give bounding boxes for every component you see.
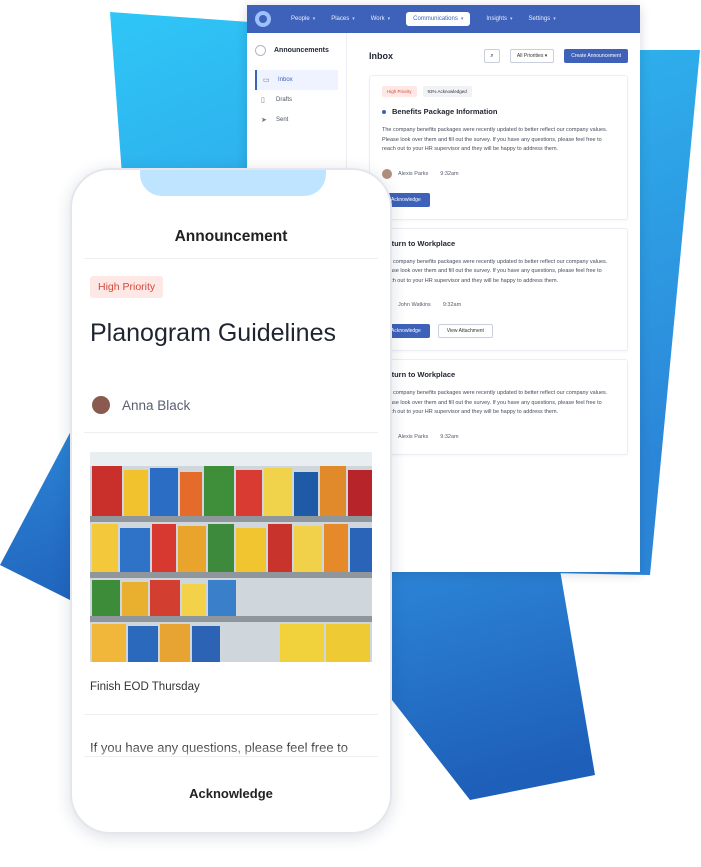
app-logo-icon[interactable] bbox=[255, 11, 271, 27]
announcement-card[interactable]: High Priority 93% Acknowledged Benefits … bbox=[369, 75, 628, 220]
sidebar-item-label: Inbox bbox=[278, 77, 293, 83]
search-button[interactable]: ⌕ bbox=[483, 49, 500, 63]
author-row: Anna Black bbox=[92, 396, 190, 414]
announcement-title: Planogram Guidelines bbox=[90, 319, 336, 347]
search-icon: ⌕ bbox=[490, 52, 494, 59]
acknowledged-badge: 93% Acknowledged bbox=[422, 86, 472, 97]
announcement-card[interactable]: Return to Workplace The company benefits… bbox=[369, 227, 628, 351]
chevron-down-icon: ▾ bbox=[553, 16, 556, 22]
document-icon: ▯ bbox=[261, 97, 265, 104]
sidebar-item-label: Sent bbox=[276, 117, 289, 123]
priority-filter-select[interactable]: All Priorities ▾ bbox=[509, 49, 555, 63]
acknowledge-button[interactable]: Acknowledge bbox=[72, 786, 390, 801]
chevron-down-icon: ▾ bbox=[387, 16, 391, 22]
nav-places[interactable]: Places ▾ bbox=[331, 16, 355, 22]
fade-overlay bbox=[72, 744, 390, 766]
inbox-icon: ▭ bbox=[263, 77, 270, 84]
card-author: Alexis Parks bbox=[398, 433, 429, 440]
sidebar-item-inbox[interactable]: ▭ Inbox bbox=[255, 70, 338, 90]
announcements-icon bbox=[255, 45, 266, 56]
unread-dot-icon bbox=[382, 109, 386, 114]
card-time: 9:32am bbox=[440, 170, 459, 177]
lower-shelf-products bbox=[92, 580, 236, 616]
sidebar-item-sent[interactable]: ➤ Sent bbox=[255, 110, 338, 130]
card-time: 9:32am bbox=[440, 433, 459, 440]
avatar bbox=[92, 396, 110, 414]
card-body: The company benefits packages were recen… bbox=[382, 390, 608, 415]
caption-text: Finish EOD Thursday bbox=[90, 681, 200, 693]
create-announcement-button[interactable]: Create Announcement bbox=[564, 49, 628, 63]
view-attachment-button[interactable]: View Attachment bbox=[437, 324, 493, 338]
sidebar-title: Announcements bbox=[274, 47, 329, 54]
chevron-down-icon: ▾ bbox=[510, 16, 513, 22]
priority-badge: High Priority bbox=[382, 86, 417, 97]
announcement-card[interactable]: Return to Workplace The company benefits… bbox=[369, 359, 628, 455]
nav-settings[interactable]: Settings ▾ bbox=[529, 16, 556, 22]
sidebar-item-label: Drafts bbox=[276, 97, 293, 103]
divider bbox=[84, 258, 378, 259]
inbox-panel: Inbox ⌕ All Priorities ▾ Create Announce… bbox=[357, 33, 640, 572]
card-author: Alexis Parks bbox=[398, 170, 429, 177]
divider bbox=[84, 432, 378, 433]
page-title: Inbox bbox=[369, 51, 393, 61]
card-body: The company benefits packages were recen… bbox=[382, 258, 608, 284]
nav-communications[interactable]: Communications ▾ bbox=[406, 12, 471, 26]
sidebar-header: Announcements bbox=[255, 45, 338, 56]
card-body: The company benefits packages were recen… bbox=[382, 127, 608, 152]
divider bbox=[84, 714, 378, 715]
chevron-down-icon: ▾ bbox=[460, 16, 464, 22]
send-icon: ➤ bbox=[261, 117, 267, 124]
card-title: Return to Workplace bbox=[382, 238, 456, 248]
divider bbox=[84, 756, 378, 757]
card-title: Benefits Package Information bbox=[392, 107, 498, 116]
avatar bbox=[382, 168, 392, 179]
card-title: Return to Workplace bbox=[382, 370, 456, 379]
chevron-down-icon: ▾ bbox=[352, 16, 355, 22]
card-author: John Watkins bbox=[398, 302, 431, 308]
nav-insights[interactable]: Insights ▾ bbox=[486, 16, 512, 22]
priority-badge: High Priority bbox=[90, 276, 164, 298]
nav-work[interactable]: Work ▾ bbox=[371, 16, 390, 22]
top-navigation-bar: People ▾ Places ▾ Work ▾ Communications ▾ In… bbox=[247, 5, 640, 33]
nav-people[interactable]: People ▾ bbox=[291, 16, 315, 22]
chevron-down-icon: ▾ bbox=[544, 53, 548, 59]
top-shelf-products bbox=[92, 466, 372, 516]
card-time: 9:32am bbox=[442, 302, 462, 308]
middle-shelf-products bbox=[92, 524, 372, 572]
phone-device: Announcement High Priority Planogram Gui… bbox=[70, 168, 392, 834]
store-shelf-photo bbox=[90, 452, 372, 662]
chevron-down-icon: ▾ bbox=[312, 16, 316, 22]
inbox-header: Inbox ⌕ All Priorities ▾ Create Announce… bbox=[369, 47, 628, 65]
author-name: Anna Black bbox=[122, 397, 191, 413]
announcement-header: Announcement bbox=[174, 228, 288, 245]
sidebar-item-drafts[interactable]: ▯ Drafts bbox=[255, 90, 338, 110]
phone-notch bbox=[140, 170, 326, 196]
